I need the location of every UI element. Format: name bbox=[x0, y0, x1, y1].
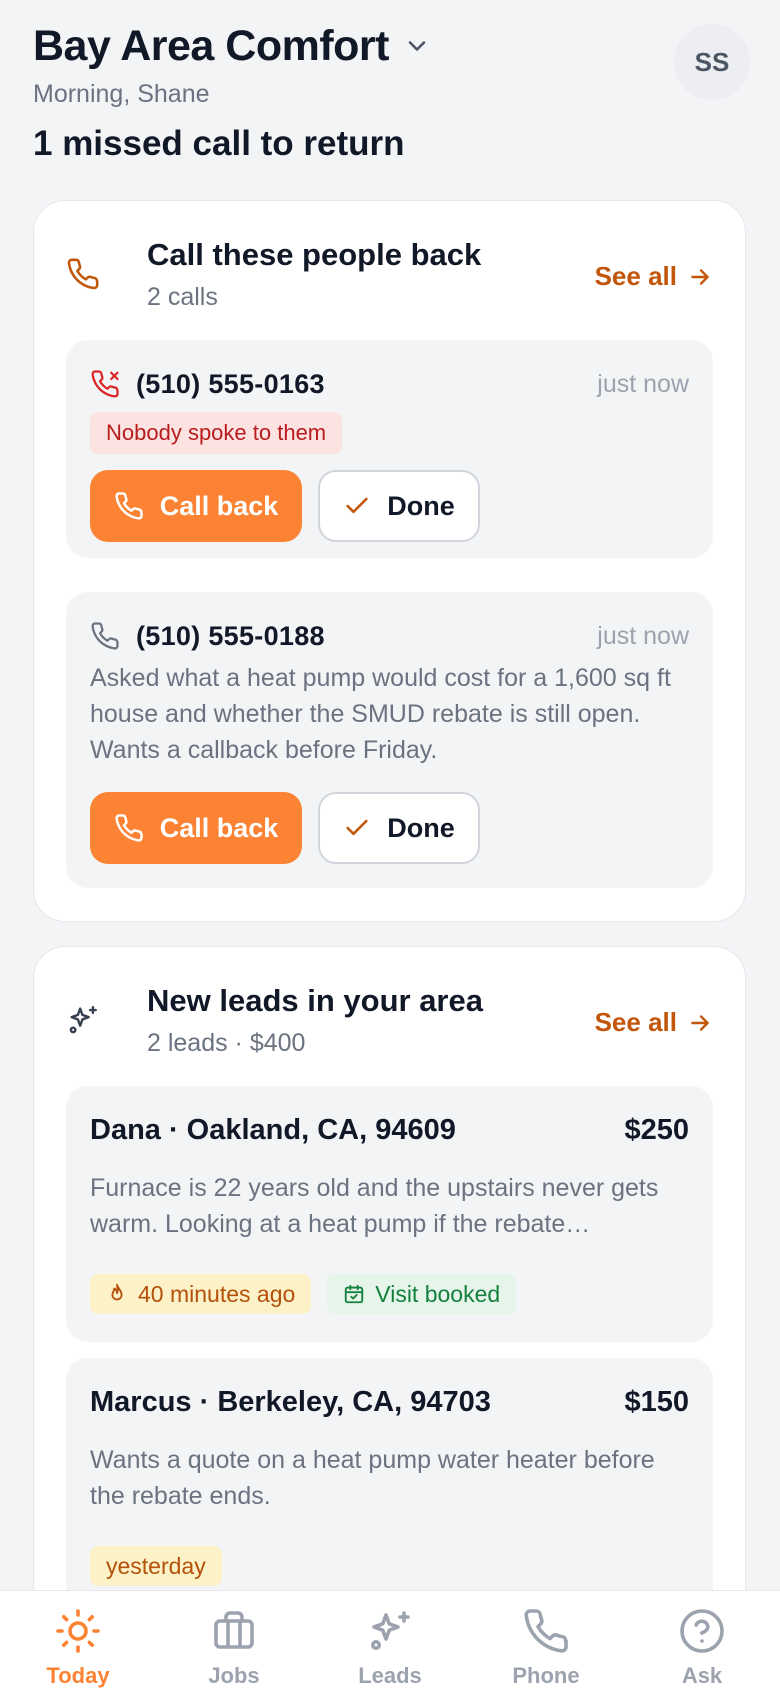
phone-icon bbox=[91, 622, 119, 650]
call-item: (510) 555-0188 just now Asked what a hea… bbox=[66, 592, 713, 888]
phone-icon bbox=[67, 258, 99, 290]
business-switcher[interactable]: Bay Area Comfort bbox=[33, 18, 750, 74]
bottom-tab-bar: Today Jobs Leads Phone Ask bbox=[0, 1590, 780, 1689]
call-time: just now bbox=[597, 621, 689, 650]
callbacks-count: 2 calls bbox=[147, 283, 218, 311]
tab-label: Ask bbox=[681, 1663, 723, 1688]
sun-icon bbox=[56, 1609, 100, 1653]
tab-ask[interactable]: Ask bbox=[624, 1591, 780, 1689]
page-headline: 1 missed call to return bbox=[33, 124, 405, 163]
lead-description: Wants a quote on a heat pump water heate… bbox=[90, 1446, 655, 1510]
call-back-label: Call back bbox=[159, 490, 279, 521]
leads-card-header: New leads in your area 2 leads · $400 Se… bbox=[66, 983, 713, 1063]
lead-chips: 40 minutes ago Visit booked bbox=[90, 1274, 517, 1314]
avatar[interactable]: SS bbox=[674, 24, 750, 100]
leads-card: New leads in your area 2 leads · $400 Se… bbox=[33, 946, 746, 1590]
call-actions: Call back Done bbox=[90, 470, 480, 542]
caller-phone-number: (510) 555-0188 bbox=[136, 620, 325, 651]
callbacks-card: Call these people back 2 calls See all (… bbox=[33, 200, 746, 922]
callbacks-card-header: Call these people back 2 calls See all bbox=[66, 237, 713, 317]
phone-icon bbox=[115, 492, 143, 520]
briefcase-icon bbox=[214, 1611, 254, 1649]
lead-description: Furnace is 22 years old and the upstairs… bbox=[90, 1174, 659, 1238]
header: Bay Area Comfort Morning, Shane SS bbox=[33, 18, 750, 109]
callbacks-see-all-link[interactable]: See all bbox=[595, 261, 713, 292]
lead-item[interactable]: Dana · Oakland, CA, 94609 $250 Furnace i… bbox=[66, 1086, 713, 1342]
done-label: Done bbox=[387, 490, 455, 521]
sparkles-icon bbox=[371, 1611, 410, 1650]
greeting: Morning, Shane bbox=[33, 80, 210, 108]
business-name: Bay Area Comfort bbox=[33, 21, 390, 70]
call-time: just now bbox=[597, 369, 689, 398]
tab-label: Phone bbox=[512, 1663, 580, 1688]
check-icon bbox=[346, 819, 368, 836]
call-row: (510) 555-0188 just now bbox=[90, 618, 689, 654]
arrow-right-icon bbox=[691, 268, 709, 285]
lead-age-text: yesterday bbox=[106, 1553, 206, 1579]
lead-item[interactable]: Marcus · Berkeley, CA, 94703 $150 Wants … bbox=[66, 1358, 713, 1590]
tab-jobs[interactable]: Jobs bbox=[156, 1591, 312, 1689]
lead-name-location: Marcus · Berkeley, CA, 94703 bbox=[90, 1386, 491, 1418]
missed-call-item: (510) 555-0163 just now Nobody spoke to … bbox=[66, 340, 713, 558]
arrow-right-icon bbox=[691, 1014, 709, 1031]
tab-label: Jobs bbox=[208, 1663, 260, 1688]
call-back-button[interactable]: Call back bbox=[90, 470, 302, 542]
leads-see-all-link[interactable]: See all bbox=[595, 1007, 713, 1038]
phone-icon bbox=[524, 1609, 568, 1653]
lead-chips: yesterday bbox=[90, 1546, 222, 1586]
calendar-check-icon bbox=[345, 1284, 364, 1304]
phone-icon bbox=[115, 814, 143, 842]
see-all-label: See all bbox=[594, 1007, 677, 1037]
call-summary: Asked what a heat pump would cost for a … bbox=[90, 664, 671, 764]
visit-booked-text: Visit booked bbox=[375, 1281, 501, 1307]
call-back-button[interactable]: Call back bbox=[90, 792, 302, 864]
today-screen: Bay Area Comfort Morning, Shane SS 1 mis… bbox=[0, 0, 780, 1590]
leads-title: New leads in your area bbox=[147, 983, 483, 1018]
done-label: Done bbox=[387, 812, 455, 843]
call-row: (510) 555-0163 just now bbox=[90, 366, 689, 402]
tab-leads[interactable]: Leads bbox=[312, 1591, 468, 1689]
tab-label: Leads bbox=[358, 1663, 422, 1688]
missed-status-badge: Nobody spoke to them bbox=[90, 412, 343, 454]
lead-age-badge: 40 minutes ago bbox=[90, 1274, 312, 1314]
chevron-down-icon bbox=[408, 41, 426, 51]
tab-label: Today bbox=[46, 1663, 110, 1688]
call-back-label: Call back bbox=[159, 812, 279, 843]
done-button[interactable]: Done bbox=[318, 470, 480, 542]
lead-price: $250 bbox=[624, 1114, 689, 1146]
caller-phone-number: (510) 555-0163 bbox=[136, 368, 325, 399]
lead-name-location: Dana · Oakland, CA, 94609 bbox=[90, 1114, 456, 1146]
phone-missed-icon bbox=[91, 370, 119, 398]
tab-phone[interactable]: Phone bbox=[468, 1591, 624, 1689]
sparkles-icon bbox=[69, 1006, 97, 1034]
call-actions: Call back Done bbox=[90, 792, 480, 864]
see-all-label: See all bbox=[594, 261, 677, 291]
tab-today[interactable]: Today bbox=[0, 1591, 156, 1689]
done-button[interactable]: Done bbox=[318, 792, 480, 864]
flame-icon bbox=[111, 1283, 123, 1301]
lead-age-text: 40 minutes ago bbox=[138, 1281, 296, 1307]
callbacks-title: Call these people back bbox=[147, 237, 482, 272]
check-icon bbox=[346, 497, 368, 514]
visit-booked-badge: Visit booked bbox=[327, 1274, 517, 1314]
help-circle-icon bbox=[680, 1609, 724, 1653]
leads-summary: 2 leads · $400 bbox=[147, 1029, 306, 1057]
lead-price: $150 bbox=[624, 1386, 689, 1418]
lead-age-badge: yesterday bbox=[90, 1546, 222, 1586]
